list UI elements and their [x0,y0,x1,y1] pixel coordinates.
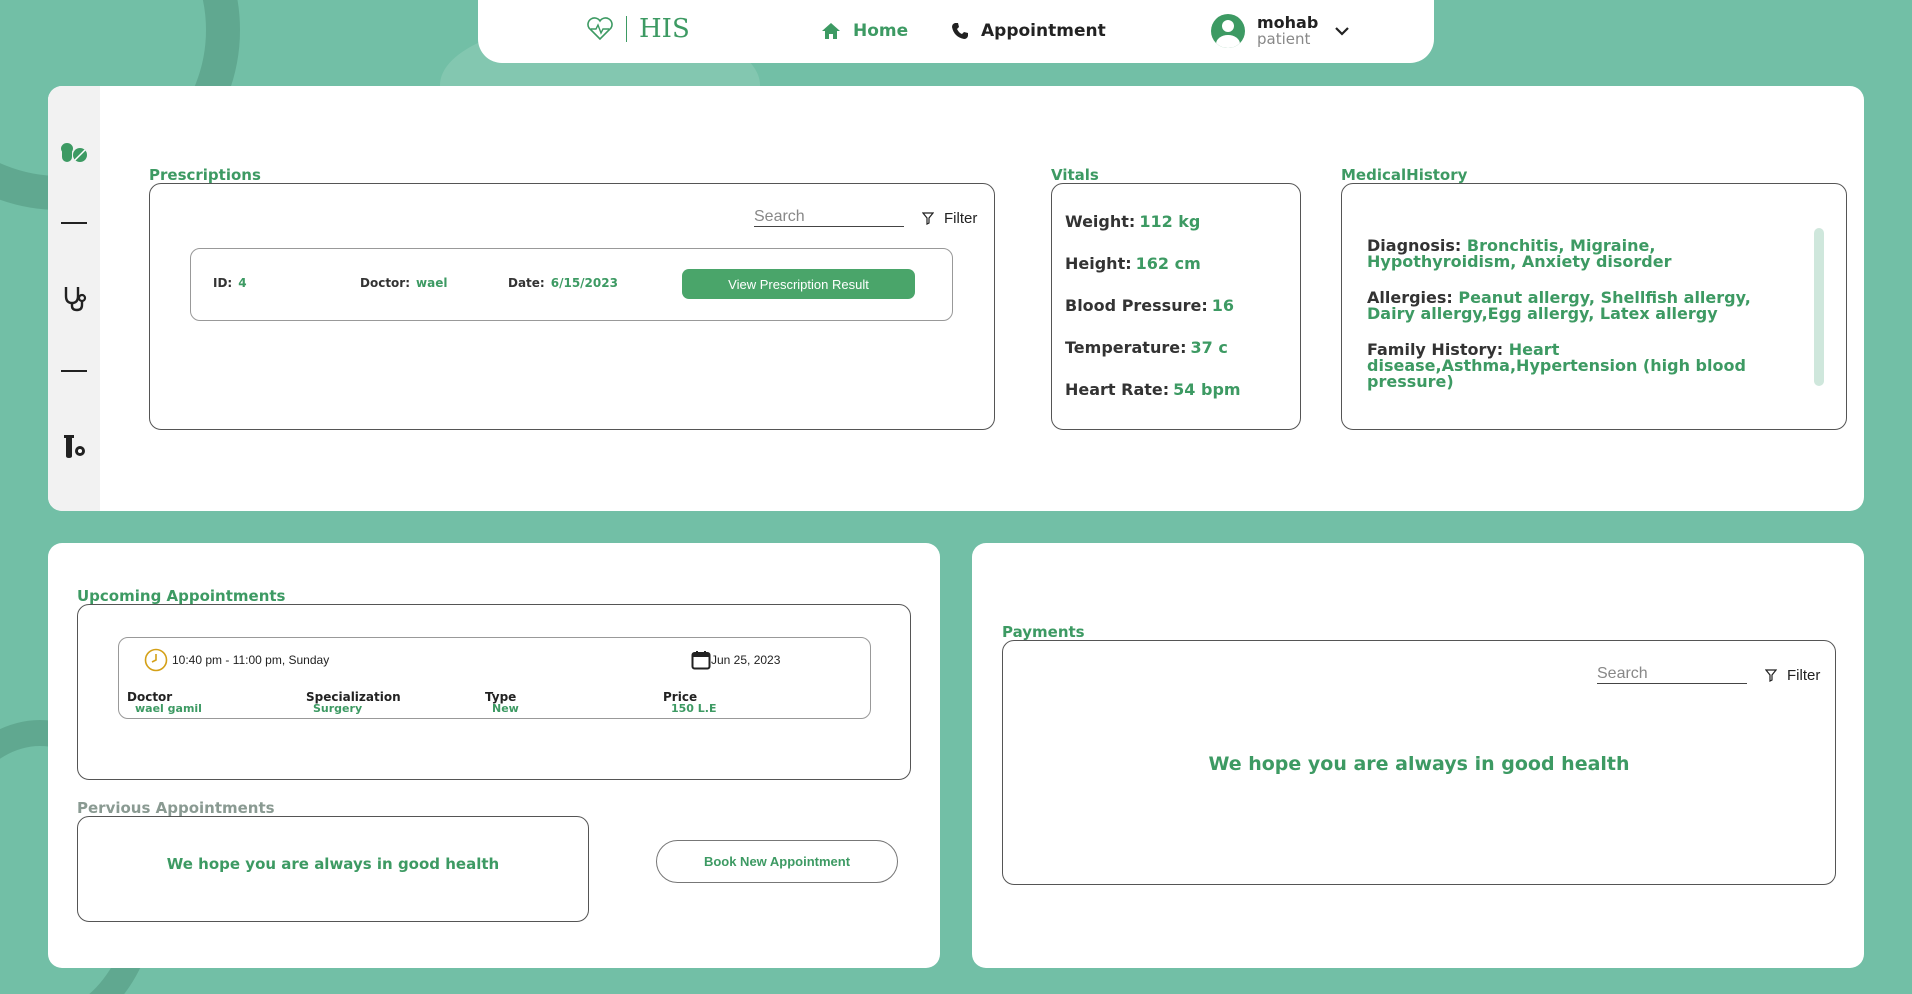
payments-panel: Filter We hope you are always in good he… [1002,640,1836,885]
overview-card: Prescriptions Filter ID: 4 Doctor: wael Da… [48,86,1864,511]
nav-home-label: Home [853,21,909,41]
sidebar-divider [61,370,87,372]
medical-history-panel: Diagnosis: Bronchitis, Migraine, Hypothy… [1341,183,1847,430]
vital-value: 37 c [1190,338,1228,357]
payments-search-input[interactable] [1597,665,1747,684]
appointment-time: 10:40 pm - 11:00 pm, Sunday [172,653,330,667]
filter-icon [922,212,934,225]
filter-icon [1765,669,1777,682]
heart-pulse-icon [587,17,613,41]
medical-history-title: MedicalHistory [1341,166,1468,184]
user-menu[interactable]: mohab patient [1211,14,1350,48]
user-role: patient [1257,30,1311,48]
home-icon [822,23,840,39]
pills-icon[interactable] [60,138,88,166]
payments-empty-message: We hope you are always in good health [1208,753,1630,775]
sidebar-divider [61,222,87,224]
vital-value: 112 kg [1139,212,1201,231]
avatar [1211,14,1245,48]
id-label: ID: [213,276,233,290]
vital-label: Blood Pressure: [1065,296,1208,315]
filter-label: Filter [944,210,978,227]
history-family: Family History: Heart disease,Asthma,Hyp… [1367,342,1787,390]
upcoming-appointments-title: Upcoming Appointments [77,587,286,605]
upcoming-appointments-panel: 10:40 pm - 11:00 pm, Sunday Jun 25, 2023… [77,604,911,780]
previous-appointments-title: Pervious Appointments [77,799,275,817]
prescriptions-panel: Filter ID: 4 Doctor: wael Date: 6/15/2023 V… [149,183,995,430]
prescription-doctor: Doctor: wael [360,276,447,290]
prescriptions-filter-button[interactable]: Filter [922,210,977,227]
prescription-date: Date: 6/15/2023 [508,276,618,290]
vitals-title: Vitals [1051,166,1099,184]
previous-appointments-panel: We hope you are always in good health [77,816,589,922]
vital-label: Temperature: [1065,338,1187,357]
vital-height: Height: 162 cm [1065,254,1201,273]
doctor-label: Doctor: [360,276,411,290]
filter-label: Filter [1787,667,1821,684]
history-allergies: Allergies: Peanut allergy, Shellfish all… [1367,290,1787,322]
vital-value: 16 [1211,296,1234,315]
avatar-head [1222,20,1234,32]
clock-icon [144,648,168,672]
logo-divider [626,16,627,42]
nav-appointment-link[interactable]: Appointment [951,21,1106,41]
id-value: 4 [238,276,247,290]
vital-blood-pressure: Blood Pressure: 16 [1065,296,1234,315]
vital-heart-rate: Heart Rate: 54 bpm [1065,380,1241,399]
vital-label: Heart Rate: [1065,380,1170,399]
price-value: 150 L.E [671,702,717,715]
vital-label: Height: [1065,254,1132,273]
payments-card: Payments Filter We hope you are always i… [972,543,1864,968]
previous-empty-message: We hope you are always in good health [166,855,500,873]
vital-label: Weight: [1065,212,1136,231]
payments-title: Payments [1002,623,1085,641]
prescription-id: ID: 4 [213,276,247,290]
payments-filter-button[interactable]: Filter [1765,667,1820,684]
vital-temperature: Temperature: 37 c [1065,338,1228,357]
user-name: mohab [1257,13,1319,32]
date-value: 6/15/2023 [550,276,618,290]
avatar-body [1216,35,1240,48]
payments-search-bar: Filter [1597,665,1820,684]
prescription-row: ID: 4 Doctor: wael Date: 6/15/2023 View Pre… [190,248,953,321]
nav-home-link[interactable]: Home [821,21,908,41]
prescriptions-title: Prescriptions [149,166,261,184]
lab-settings-icon[interactable] [60,432,88,460]
logo[interactable]: HIS [586,14,690,44]
book-new-appointment-button[interactable]: Book New Appointment [656,840,898,883]
history-scrollbar[interactable] [1814,228,1824,386]
user-info: mohab patient [1257,13,1319,48]
type-value: New [492,702,519,715]
sidebar [48,86,100,511]
top-navbar: HIS Home Appointment mohab patient [478,0,1434,63]
date-label: Date: [508,276,545,290]
prescriptions-search-input[interactable] [754,208,904,227]
phone-icon [952,23,968,39]
nav-appointment-label: Appointment [981,21,1106,41]
appointments-card: Upcoming Appointments 10:40 pm - 11:00 p… [48,543,940,968]
appointment-row[interactable]: 10:40 pm - 11:00 pm, Sunday Jun 25, 2023… [118,637,871,719]
vital-weight: Weight: 112 kg [1065,212,1200,231]
vital-value: 54 bpm [1173,380,1241,399]
vital-value: 162 cm [1135,254,1201,273]
chevron-down-icon[interactable] [1334,25,1350,37]
history-diagnosis: Diagnosis: Bronchitis, Migraine, Hypothy… [1367,238,1787,270]
doctor-value: wael [416,276,448,290]
appointment-date: Jun 25, 2023 [711,653,781,667]
specialization-value: Surgery [313,702,363,715]
doctor-value: wael gamil [135,702,202,715]
calendar-icon [691,651,711,670]
vitals-panel: Weight: 112 kg Height: 162 cm Blood Pressu… [1051,183,1301,430]
logo-text: HIS [639,14,690,44]
prescriptions-search-bar: Filter [754,208,977,227]
stethoscope-icon[interactable] [60,284,88,312]
view-prescription-result-button[interactable]: View Prescription Result [682,269,915,299]
